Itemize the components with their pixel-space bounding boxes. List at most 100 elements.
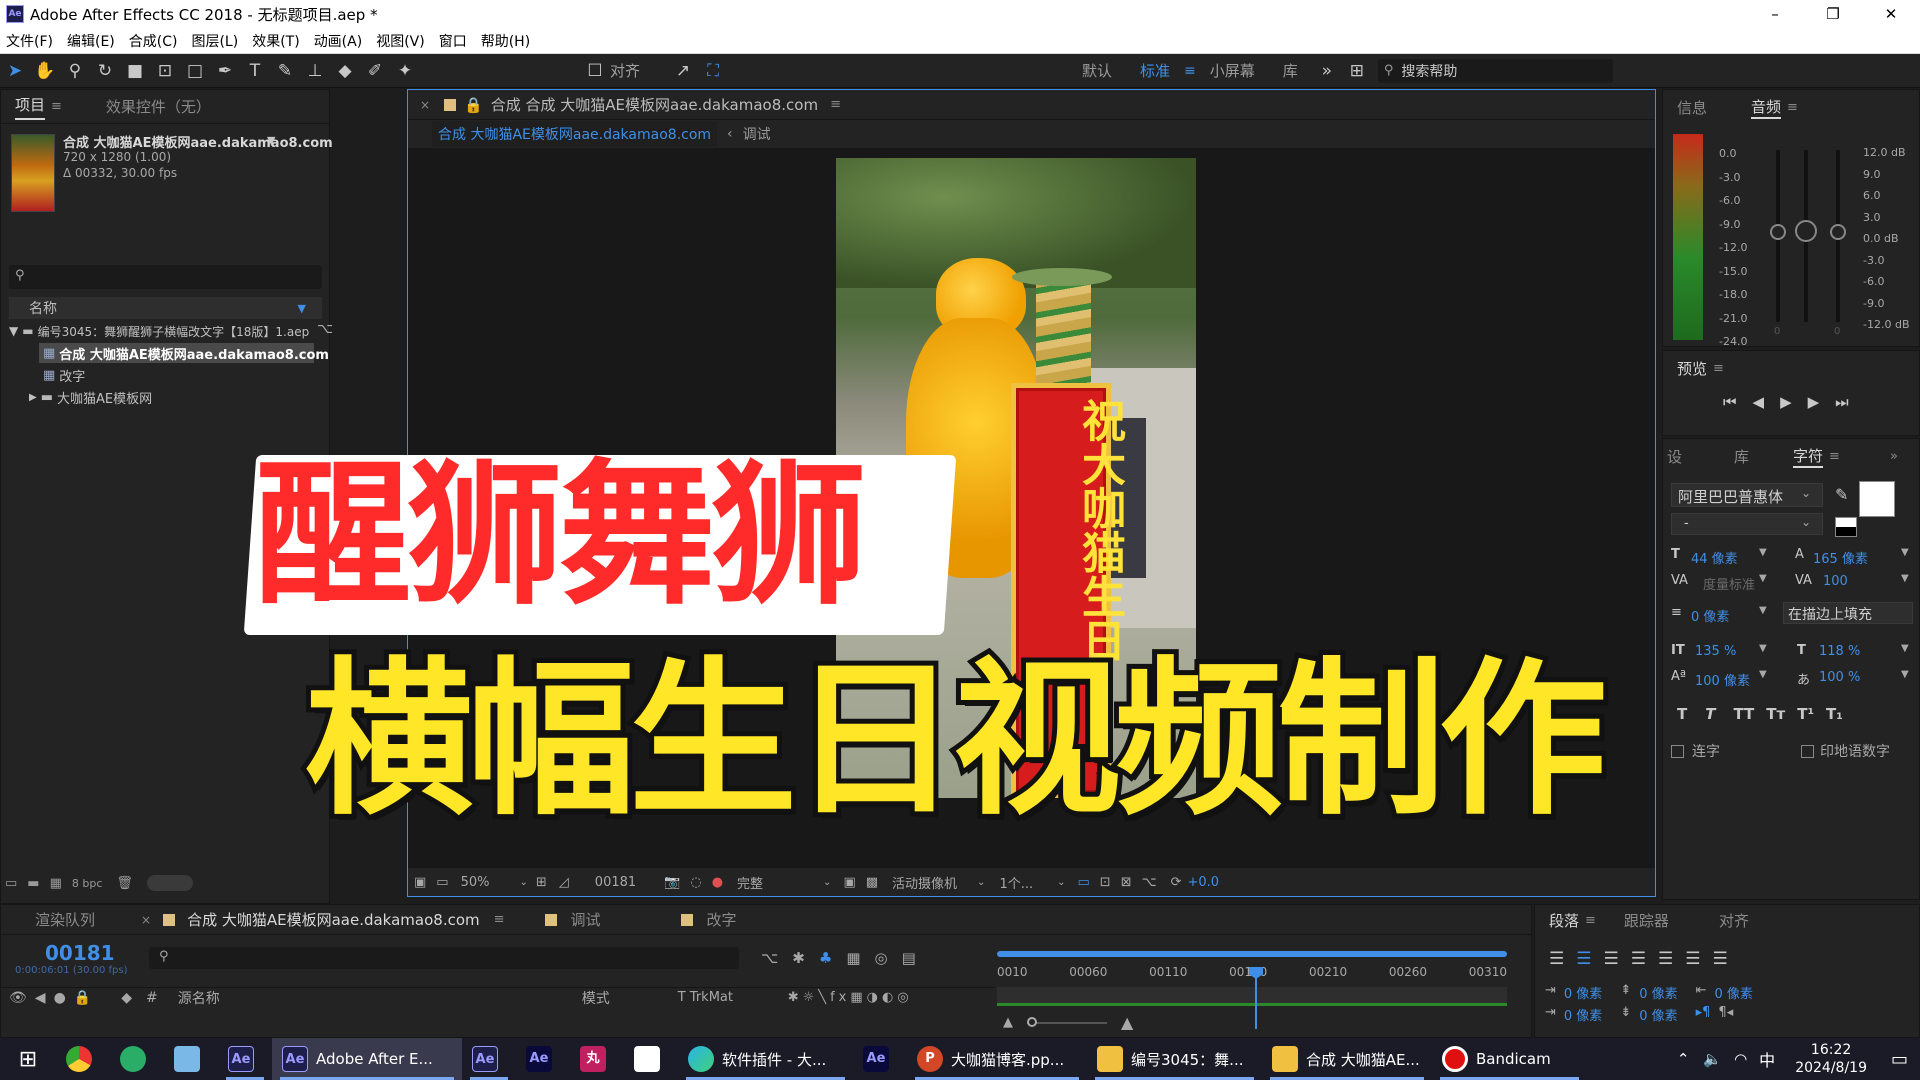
close-tab-icon[interactable]: ×: [141, 913, 151, 927]
work-area-bar[interactable]: [997, 951, 1507, 957]
taskbar-wan[interactable]: 丸: [570, 1038, 624, 1080]
motion-blur-icon[interactable]: ◎: [875, 949, 902, 967]
lock-icon[interactable]: 🔒: [464, 96, 483, 114]
menu-help[interactable]: 帮助(H): [481, 31, 530, 51]
label-tag-icon[interactable]: ◆: [121, 990, 132, 1006]
last-frame-icon[interactable]: ⏭: [1835, 393, 1865, 411]
show-snapshot-icon[interactable]: ◌: [690, 875, 701, 890]
project-search-input[interactable]: ⚲: [9, 265, 322, 289]
bpc-label[interactable]: 8 bpc: [72, 877, 103, 890]
chevron-down-icon[interactable]: ▼: [1759, 547, 1767, 558]
reset-exposure-icon[interactable]: ⟳: [1171, 875, 1182, 890]
debug-tab[interactable]: 调试: [571, 909, 601, 930]
chevron-down-icon[interactable]: ⌄: [1057, 877, 1065, 888]
close-button[interactable]: ✕: [1862, 0, 1920, 28]
superscript-button[interactable]: T¹: [1797, 705, 1814, 723]
prev-frame-icon[interactable]: ◀: [1753, 393, 1781, 411]
chevron-down-icon[interactable]: ⌄: [1801, 486, 1811, 500]
taskbar-folder-2[interactable]: 合成 大咖猫AE...: [1262, 1038, 1432, 1080]
more-workspaces-icon[interactable]: »: [1314, 58, 1340, 84]
roi-icon[interactable]: ▣: [843, 875, 855, 890]
zoom-tool-icon[interactable]: ⚲: [62, 58, 88, 84]
justify-right-icon[interactable]: ☰: [1685, 949, 1712, 969]
snap-icon[interactable]: ↗: [670, 58, 696, 84]
solo-icon[interactable]: ●: [54, 990, 66, 1006]
play-icon[interactable]: ▶: [1780, 393, 1808, 411]
rotate-tool-icon[interactable]: ↻: [92, 58, 118, 84]
workspace-library[interactable]: 库: [1283, 60, 1298, 81]
menu-layer[interactable]: 图层(L): [191, 31, 238, 51]
thumbnail-slider[interactable]: [146, 875, 193, 891]
taskbar-ae-4[interactable]: Ae: [853, 1038, 907, 1080]
space-after-value[interactable]: 0 像素: [1639, 1005, 1677, 1024]
tray-chevron-up-icon[interactable]: ⌃: [1677, 1050, 1690, 1068]
chevron-down-icon[interactable]: ▼: [1901, 643, 1909, 654]
sync-icon[interactable]: ⊞: [1344, 58, 1370, 84]
always-preview-icon[interactable]: ▣: [414, 875, 426, 890]
audio-menu-icon[interactable]: ≡: [1787, 100, 1798, 115]
comp-mini-flowchart-icon[interactable]: ⌥: [761, 949, 792, 967]
ime-indicator[interactable]: 中: [1759, 1047, 1775, 1071]
align-center-icon[interactable]: ☰: [1576, 949, 1603, 969]
new-folder-icon[interactable]: ▬: [27, 876, 39, 891]
taskbar-wechat[interactable]: [110, 1038, 164, 1080]
close-tab-icon[interactable]: ×: [420, 98, 430, 112]
rtl-direction-icon[interactable]: ¶◂: [1718, 1005, 1733, 1024]
all-caps-button[interactable]: TT: [1733, 705, 1754, 723]
start-button[interactable]: ⊞: [0, 1038, 56, 1080]
first-frame-icon[interactable]: ⏮: [1723, 393, 1753, 411]
next-frame-icon[interactable]: ▶: [1808, 393, 1836, 411]
chevron-down-icon[interactable]: ▼: [1759, 643, 1767, 654]
chevron-down-icon[interactable]: ⌄: [520, 877, 528, 888]
roto-brush-tool-icon[interactable]: ✐: [362, 58, 388, 84]
workspace-default[interactable]: 默认: [1082, 60, 1112, 81]
project-tab[interactable]: 项目: [15, 94, 46, 120]
interpret-footage-icon[interactable]: ▭: [5, 876, 17, 891]
align-tab[interactable]: 对齐: [1719, 910, 1749, 931]
help-search-box[interactable]: ⚲ 搜索帮助: [1377, 58, 1613, 83]
taskbar-bandicam[interactable]: Bandicam: [1432, 1038, 1587, 1080]
lock-icon[interactable]: 🔒: [74, 990, 91, 1006]
workspace-standard[interactable]: 标准: [1140, 60, 1170, 81]
zoom-select[interactable]: 50%: [461, 875, 490, 890]
source-name-header[interactable]: 源名称: [178, 988, 582, 1008]
eyedropper-icon[interactable]: ✎: [1835, 485, 1848, 504]
shy-icon[interactable]: ♣: [819, 949, 846, 967]
taskbar-ae-3[interactable]: Ae: [516, 1038, 570, 1080]
justify-left-icon[interactable]: ☰: [1631, 949, 1658, 969]
flowchart-icon[interactable]: ⌥: [317, 321, 333, 337]
camera-tool-icon[interactable]: ■: [122, 58, 148, 84]
slider-knob-center[interactable]: [1795, 220, 1817, 242]
chevron-down-icon[interactable]: ⌄: [1801, 515, 1811, 529]
current-frame[interactable]: 00181: [595, 875, 636, 890]
tree-folder-root[interactable]: ▼ ▬ 编号3045：舞狮醒狮子横幅改文字【18版】1.aep: [9, 321, 322, 341]
rectangle-tool-icon[interactable]: □: [182, 58, 208, 84]
project-menu-icon[interactable]: ≡: [51, 99, 62, 114]
timeline-zoom-slider[interactable]: [1027, 1016, 1107, 1027]
draft-3d-icon[interactable]: ✱: [792, 949, 819, 967]
disclosure-closed-icon[interactable]: ▶: [29, 392, 37, 403]
chevron-down-icon[interactable]: ▼: [1759, 573, 1767, 584]
time-ruler[interactable]: 0010 00060 00110 00160 00210 00260 00310: [997, 945, 1509, 1029]
subscript-button[interactable]: T₁: [1826, 705, 1843, 723]
ligature-option[interactable]: 连字: [1671, 741, 1720, 761]
vertical-scale-value[interactable]: 135 %: [1695, 644, 1736, 659]
slider-knob-left[interactable]: [1770, 224, 1786, 240]
menu-window[interactable]: 窗口: [439, 31, 467, 51]
ligature-checkbox[interactable]: [1671, 744, 1684, 758]
taskbar-paint[interactable]: [624, 1038, 678, 1080]
faux-bold-button[interactable]: T: [1677, 705, 1687, 723]
render-queue-tab[interactable]: 渲染队列: [35, 909, 95, 930]
switches-icons[interactable]: ✱☼╲fx▦◑◐◎: [788, 990, 913, 1005]
ltr-direction-icon[interactable]: ▸¶: [1696, 1005, 1711, 1024]
taskbar-edge[interactable]: 软件插件 - 大...: [678, 1038, 853, 1080]
baseline-shift-value[interactable]: 100 像素: [1695, 670, 1750, 689]
region-icon[interactable]: ◿: [559, 875, 569, 890]
toggle-pixel-icon[interactable]: ▭: [1078, 875, 1090, 890]
stroke-width-value[interactable]: 0 像素: [1691, 606, 1729, 625]
maximize-button[interactable]: ❐: [1804, 0, 1862, 28]
justify-center-icon[interactable]: ☰: [1658, 949, 1685, 969]
character-tab[interactable]: 字符: [1793, 445, 1824, 468]
chevron-down-icon[interactable]: ▼: [1901, 547, 1909, 558]
taskbar-ppt[interactable]: P 大咖猫博客.pp...: [907, 1038, 1087, 1080]
